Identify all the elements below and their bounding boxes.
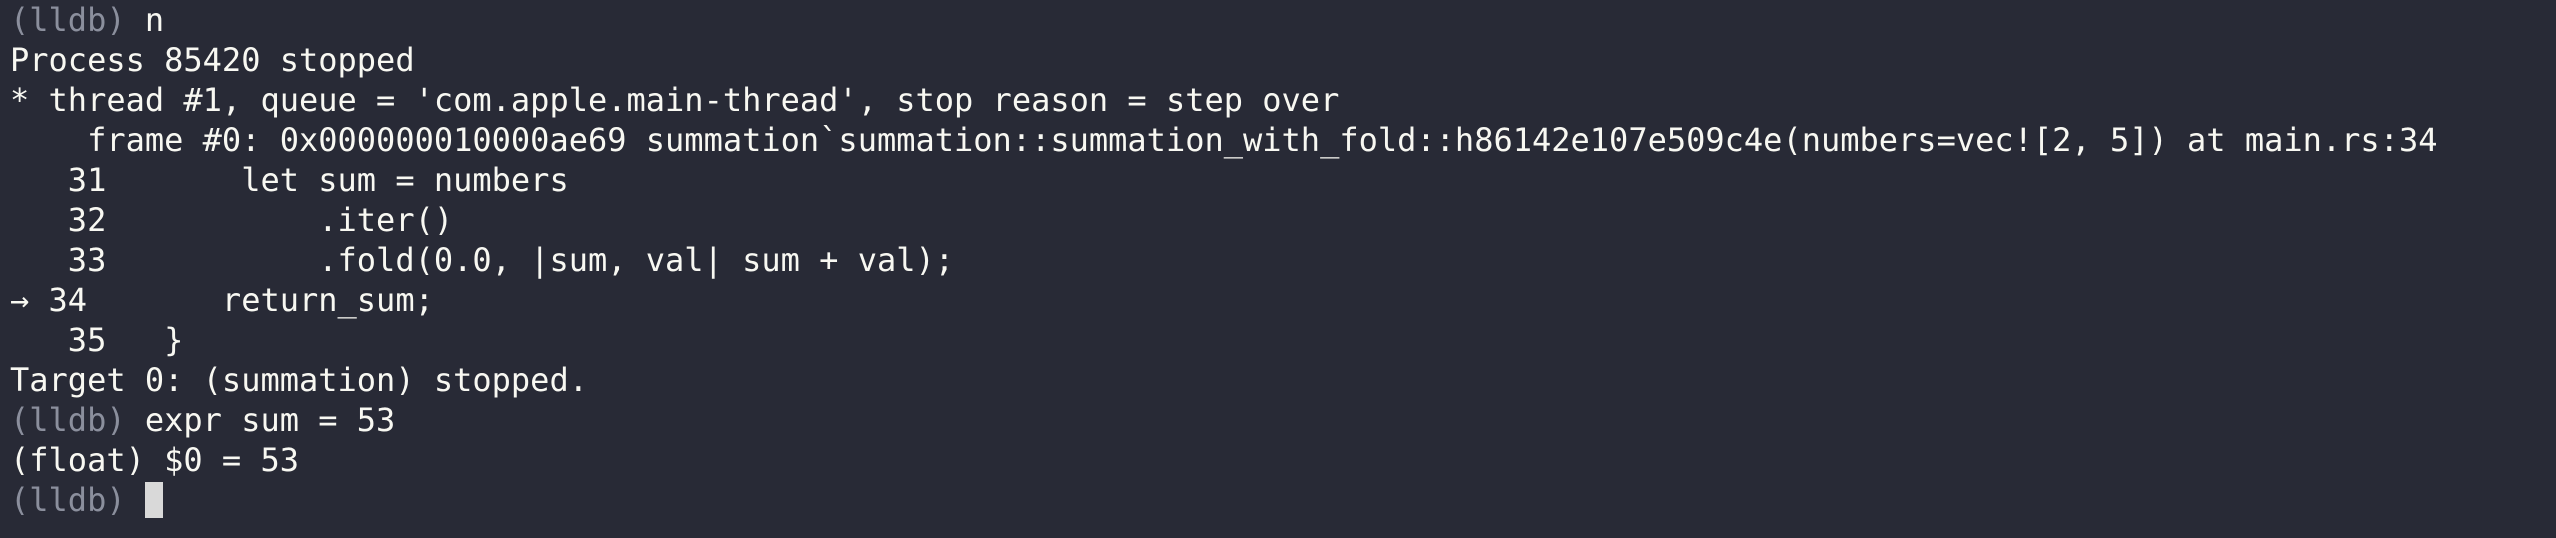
terminal-line-current-prompt[interactable]: (lldb) — [10, 480, 2556, 520]
source-line-32: 32 .iter() — [10, 201, 454, 239]
terminal-window[interactable]: (lldb) n Process 85420 stopped * thread … — [0, 0, 2556, 538]
terminal-line-result: (float) $0 = 53 — [10, 441, 299, 479]
text-cursor — [144, 482, 163, 518]
terminal-line-2: Process 85420 stopped — [10, 41, 415, 79]
lldb-prompt: (lldb) — [10, 401, 126, 439]
command-text: expr sum = 53 — [125, 401, 396, 439]
source-line-35: 35 } — [10, 321, 184, 359]
source-line-33: 33 .fold(0.0, |sum, val| sum + val); — [10, 241, 955, 279]
command-input[interactable] — [126, 481, 145, 519]
terminal-line-expr: (lldb) expr sum = 53 — [10, 400, 2556, 440]
lldb-prompt: (lldb) — [10, 481, 126, 519]
terminal-line-3: * thread #1, queue = 'com.apple.main-thr… — [10, 81, 1340, 119]
terminal-line-4: frame #0: 0x000000010000ae69 summation`s… — [10, 121, 2438, 159]
source-line-31: 31 let sum = numbers — [10, 161, 569, 199]
command-text: n — [125, 1, 165, 39]
terminal-line-1: (lldb) n — [10, 0, 2556, 40]
lldb-prompt: (lldb) — [10, 1, 126, 39]
source-line-34-current: → 34 return_sum; — [10, 281, 434, 319]
terminal-line-target: Target 0: (summation) stopped. — [10, 361, 588, 399]
